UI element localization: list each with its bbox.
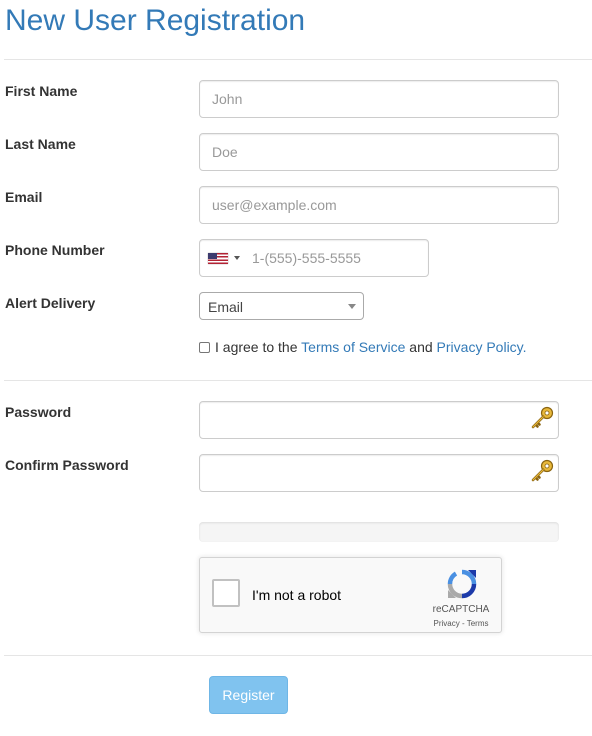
first-name-label: First Name xyxy=(5,83,78,99)
divider xyxy=(4,655,592,656)
chevron-down-icon xyxy=(234,256,240,260)
recaptcha-privacy-link[interactable]: Privacy xyxy=(434,619,460,628)
agree-text-prefix: I agree to the xyxy=(215,339,298,355)
terms-agreement: I agree to the Terms of Service and Priv… xyxy=(199,338,527,356)
recaptcha-checkbox[interactable] xyxy=(212,579,240,607)
page-title: New User Registration xyxy=(5,4,306,37)
divider xyxy=(4,59,592,60)
password-field xyxy=(199,401,559,439)
recaptcha-widget: I'm not a robot reCAPTCHA Privacy - Term… xyxy=(199,557,502,633)
recaptcha-links: Privacy - Terms xyxy=(422,619,500,629)
us-flag-icon xyxy=(208,253,228,264)
confirm-password-field xyxy=(199,454,559,492)
alert-delivery-select[interactable]: Email xyxy=(199,292,364,320)
divider xyxy=(4,380,592,381)
email-label: Email xyxy=(5,189,43,205)
email-input[interactable] xyxy=(199,186,559,224)
last-name-input[interactable] xyxy=(199,133,559,171)
key-icon xyxy=(531,459,554,482)
agree-checkbox[interactable] xyxy=(199,342,210,353)
chevron-down-icon xyxy=(348,304,356,309)
password-input[interactable] xyxy=(199,401,559,439)
recaptcha-terms-link[interactable]: Terms xyxy=(467,619,489,628)
confirm-password-input[interactable] xyxy=(199,454,559,492)
recaptcha-label: I'm not a robot xyxy=(252,587,342,603)
confirm-password-label: Confirm Password xyxy=(5,457,129,473)
terms-of-service-link[interactable]: Terms of Service xyxy=(301,339,405,355)
first-name-input[interactable] xyxy=(199,80,559,118)
last-name-label: Last Name xyxy=(5,136,76,152)
phone-field xyxy=(199,239,429,277)
recaptcha-logo-icon xyxy=(447,569,477,599)
privacy-policy-link[interactable]: Privacy Policy. xyxy=(437,339,527,355)
recaptcha-link-separator: - xyxy=(459,619,467,628)
country-selector[interactable] xyxy=(200,240,246,276)
agree-text-and: and xyxy=(409,339,433,355)
phone-number-label: Phone Number xyxy=(5,242,105,258)
password-label: Password xyxy=(5,404,72,420)
alert-delivery-value: Email xyxy=(208,299,244,315)
password-strength-bar xyxy=(199,522,559,542)
register-button[interactable]: Register xyxy=(209,676,288,714)
recaptcha-brand: reCAPTCHA xyxy=(432,604,490,615)
key-icon xyxy=(531,406,554,429)
phone-number-input[interactable] xyxy=(252,240,422,276)
alert-delivery-label: Alert Delivery xyxy=(5,295,96,311)
